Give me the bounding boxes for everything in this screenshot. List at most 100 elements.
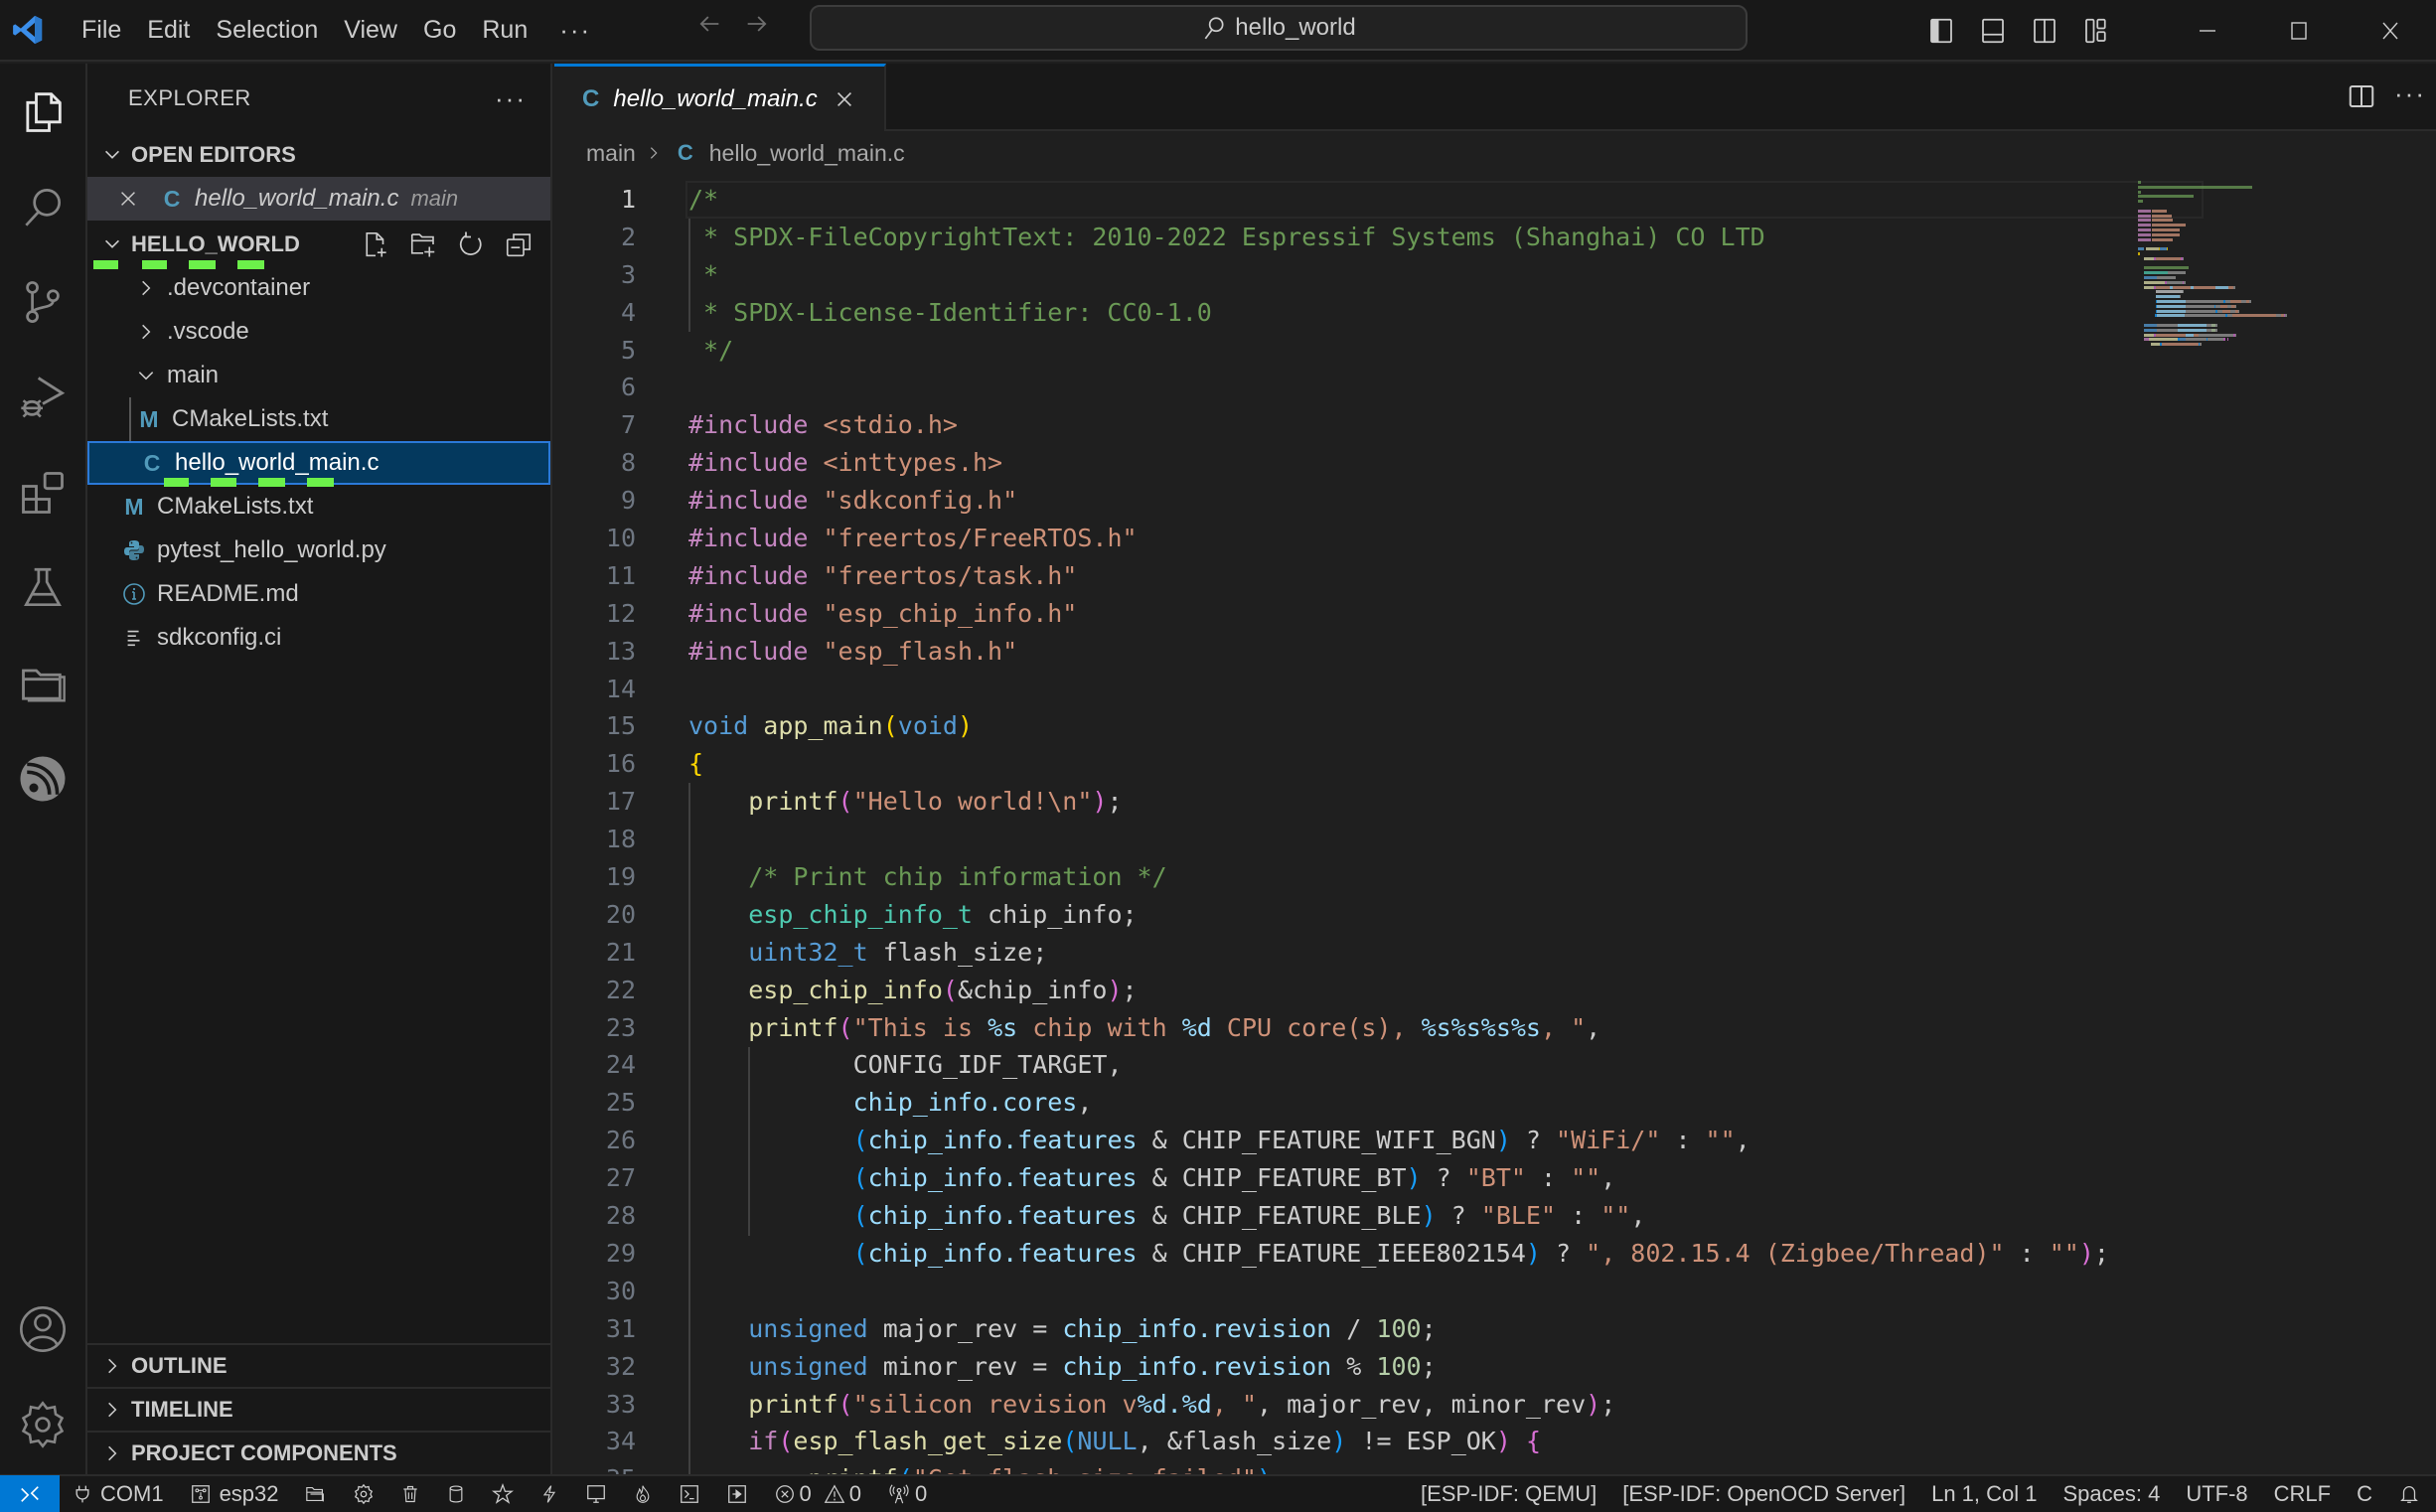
minimap[interactable] (2138, 181, 2287, 399)
command-center-search[interactable]: hello_world (810, 5, 1748, 51)
menu-go[interactable]: Go (415, 16, 474, 45)
remote-explorer-folder-icon[interactable] (0, 644, 85, 723)
target-selector[interactable]: esp32 (177, 1475, 292, 1512)
code-line[interactable]: 23 printf("This is %s chip with %d CPU c… (554, 1009, 2204, 1047)
code-editor[interactable]: 1/* 2 * SPDX-FileCopyrightText: 2010-2022… (554, 181, 2204, 1474)
toggle-panel-icon[interactable] (1967, 0, 2019, 62)
code-line[interactable]: 19 /* Print chip information */ (554, 858, 2204, 896)
code-line[interactable]: 32 unsigned minor_rev = chip_info.revisi… (554, 1348, 2204, 1386)
tab-hello-world-main-c[interactable]: C hello_world_main.c (554, 64, 886, 131)
execute-custom-task-button[interactable] (713, 1475, 761, 1512)
code-line[interactable]: 16 { (554, 745, 2204, 783)
tree-item-readme[interactable]: README.md (87, 572, 550, 616)
code-line[interactable]: 11 #include "freertos/task.h" (554, 557, 2204, 595)
source-control-icon[interactable] (0, 262, 85, 342)
espressif-icon[interactable] (0, 739, 85, 819)
open-project-folder-button[interactable] (292, 1475, 340, 1512)
open-editor-item[interactable]: C hello_world_main.c main (87, 177, 550, 221)
code-line[interactable]: 25 chip_info.cores, (554, 1084, 2204, 1122)
code-line[interactable]: 3 * (554, 256, 2204, 294)
close-editor-icon[interactable] (87, 188, 139, 210)
code-line[interactable]: 34 if(esp_flash_get_size(NULL, &flash_si… (554, 1423, 2204, 1460)
customize-layout-icon[interactable] (2070, 0, 2122, 62)
code-line[interactable]: 24 CONFIG_IDF_TARGET, (554, 1046, 2204, 1084)
menu-selection[interactable]: Selection (208, 16, 336, 45)
menu-edit[interactable]: Edit (139, 16, 208, 45)
code-line[interactable]: 1 /* (554, 181, 2204, 219)
menu-more-button[interactable]: ··· (545, 15, 605, 46)
menu-file[interactable]: File (74, 16, 139, 45)
editor-more-actions[interactable]: ··· (2394, 78, 2426, 115)
explorer-icon[interactable] (0, 72, 85, 151)
tree-item-root-cmakelists[interactable]: M CMakeLists.txt (87, 485, 550, 529)
select-flash-method-button[interactable] (433, 1475, 479, 1512)
tree-item-vscode[interactable]: .vscode (87, 310, 550, 354)
code-line[interactable]: 21 uint32_t flash_size; (554, 934, 2204, 972)
code-line[interactable]: 10 #include "freertos/FreeRTOS.h" (554, 520, 2204, 557)
qemu-status[interactable]: [ESP-IDF: QEMU] (1408, 1475, 1609, 1512)
ports-forwarded-indicator[interactable]: 0 (874, 1475, 940, 1512)
minimize-icon[interactable] (2162, 0, 2253, 62)
remote-indicator[interactable] (0, 1475, 60, 1512)
open-editors-header[interactable]: OPEN EDITORS (87, 133, 550, 177)
code-line[interactable]: 18 (554, 821, 2204, 858)
code-line[interactable]: 15 void app_main(void) (554, 707, 2204, 745)
tree-item-sdkconfig[interactable]: sdkconfig.ci (87, 616, 550, 660)
project-components-section[interactable]: PROJECT COMPONENTS (87, 1431, 550, 1474)
code-line[interactable]: 33 printf("silicon revision v%d.%d, ", m… (554, 1386, 2204, 1424)
code-line[interactable]: 26 (chip_info.features & CHIP_FEATURE_WI… (554, 1122, 2204, 1159)
code-line[interactable]: 4 * SPDX-License-Identifier: CC0-1.0 (554, 294, 2204, 332)
menu-run[interactable]: Run (474, 16, 545, 45)
sdk-configuration-button[interactable] (340, 1475, 387, 1512)
code-line[interactable]: 28 (chip_info.features & CHIP_FEATURE_BL… (554, 1197, 2204, 1235)
monitor-device-button[interactable] (572, 1475, 620, 1512)
code-line[interactable]: 14 (554, 671, 2204, 708)
code-line[interactable]: 7 #include <stdio.h> (554, 406, 2204, 444)
maximize-icon[interactable] (2253, 0, 2345, 62)
tree-item-hello-world-main-c[interactable]: C hello_world_main.c (87, 441, 550, 487)
outline-section[interactable]: OUTLINE (87, 1343, 550, 1387)
code-line[interactable]: 22 esp_chip_info(&chip_info); (554, 972, 2204, 1009)
language-mode[interactable]: C (2344, 1475, 2385, 1512)
code-line[interactable]: 29 (chip_info.features & CHIP_FEATURE_IE… (554, 1235, 2204, 1273)
timeline-section[interactable]: TIMELINE (87, 1387, 550, 1431)
breadcrumb-file[interactable]: hello_world_main.c (709, 140, 905, 167)
code-line[interactable]: 31 unsigned major_rev = chip_info.revisi… (554, 1310, 2204, 1348)
forward-arrow-icon[interactable] (743, 10, 771, 38)
tree-item-devcontainer[interactable]: .devcontainer (87, 266, 550, 310)
refresh-icon[interactable] (453, 227, 489, 262)
accounts-icon[interactable] (0, 1289, 85, 1369)
notifications-button[interactable] (2385, 1475, 2436, 1512)
explorer-more-actions[interactable]: ··· (495, 83, 527, 114)
code-line[interactable]: 12 #include "esp_chip_info.h" (554, 595, 2204, 633)
code-line[interactable]: 9 #include "sdkconfig.h" (554, 482, 2204, 520)
folder-header-hello-world[interactable]: HELLO_WORLD (87, 223, 550, 269)
code-line[interactable]: 6 (554, 369, 2204, 406)
code-line[interactable]: 20 esp_chip_info_t chip_info; (554, 896, 2204, 934)
encoding[interactable]: UTF-8 (2173, 1475, 2260, 1512)
esp-idf-terminal-button[interactable] (666, 1475, 713, 1512)
code-line[interactable]: 35 printf("Get flash size failed"); (554, 1460, 2204, 1474)
build-flash-monitor-flame-button[interactable] (620, 1475, 666, 1512)
code-line[interactable]: 8 #include <inttypes.h> (554, 444, 2204, 482)
testing-icon[interactable] (0, 548, 85, 628)
code-line[interactable]: 17 printf("Hello world!\n"); (554, 783, 2204, 821)
cursor-position[interactable]: Ln 1, Col 1 (1918, 1475, 2050, 1512)
code-line[interactable]: 13 #include "esp_flash.h" (554, 633, 2204, 671)
close-window-icon[interactable] (2345, 0, 2436, 62)
code-line[interactable]: 30 (554, 1273, 2204, 1310)
new-file-icon[interactable] (358, 227, 393, 262)
collapse-all-icon[interactable] (501, 227, 536, 262)
menu-view[interactable]: View (336, 16, 415, 45)
split-editor-icon[interactable] (2347, 81, 2376, 111)
breadcrumb-folder[interactable]: main (586, 140, 636, 167)
problems-indicator[interactable]: 0 0 (761, 1475, 875, 1512)
build-flash-monitor-button[interactable] (479, 1475, 527, 1512)
toggle-primary-sidebar-icon[interactable] (1915, 0, 1967, 62)
full-clean-button[interactable] (387, 1475, 433, 1512)
tree-item-main-folder[interactable]: main (87, 354, 550, 397)
tree-item-pytest[interactable]: pytest_hello_world.py (87, 529, 550, 572)
back-arrow-icon[interactable] (695, 10, 723, 38)
flash-device-button[interactable] (527, 1475, 572, 1512)
close-tab-icon[interactable] (834, 88, 855, 110)
